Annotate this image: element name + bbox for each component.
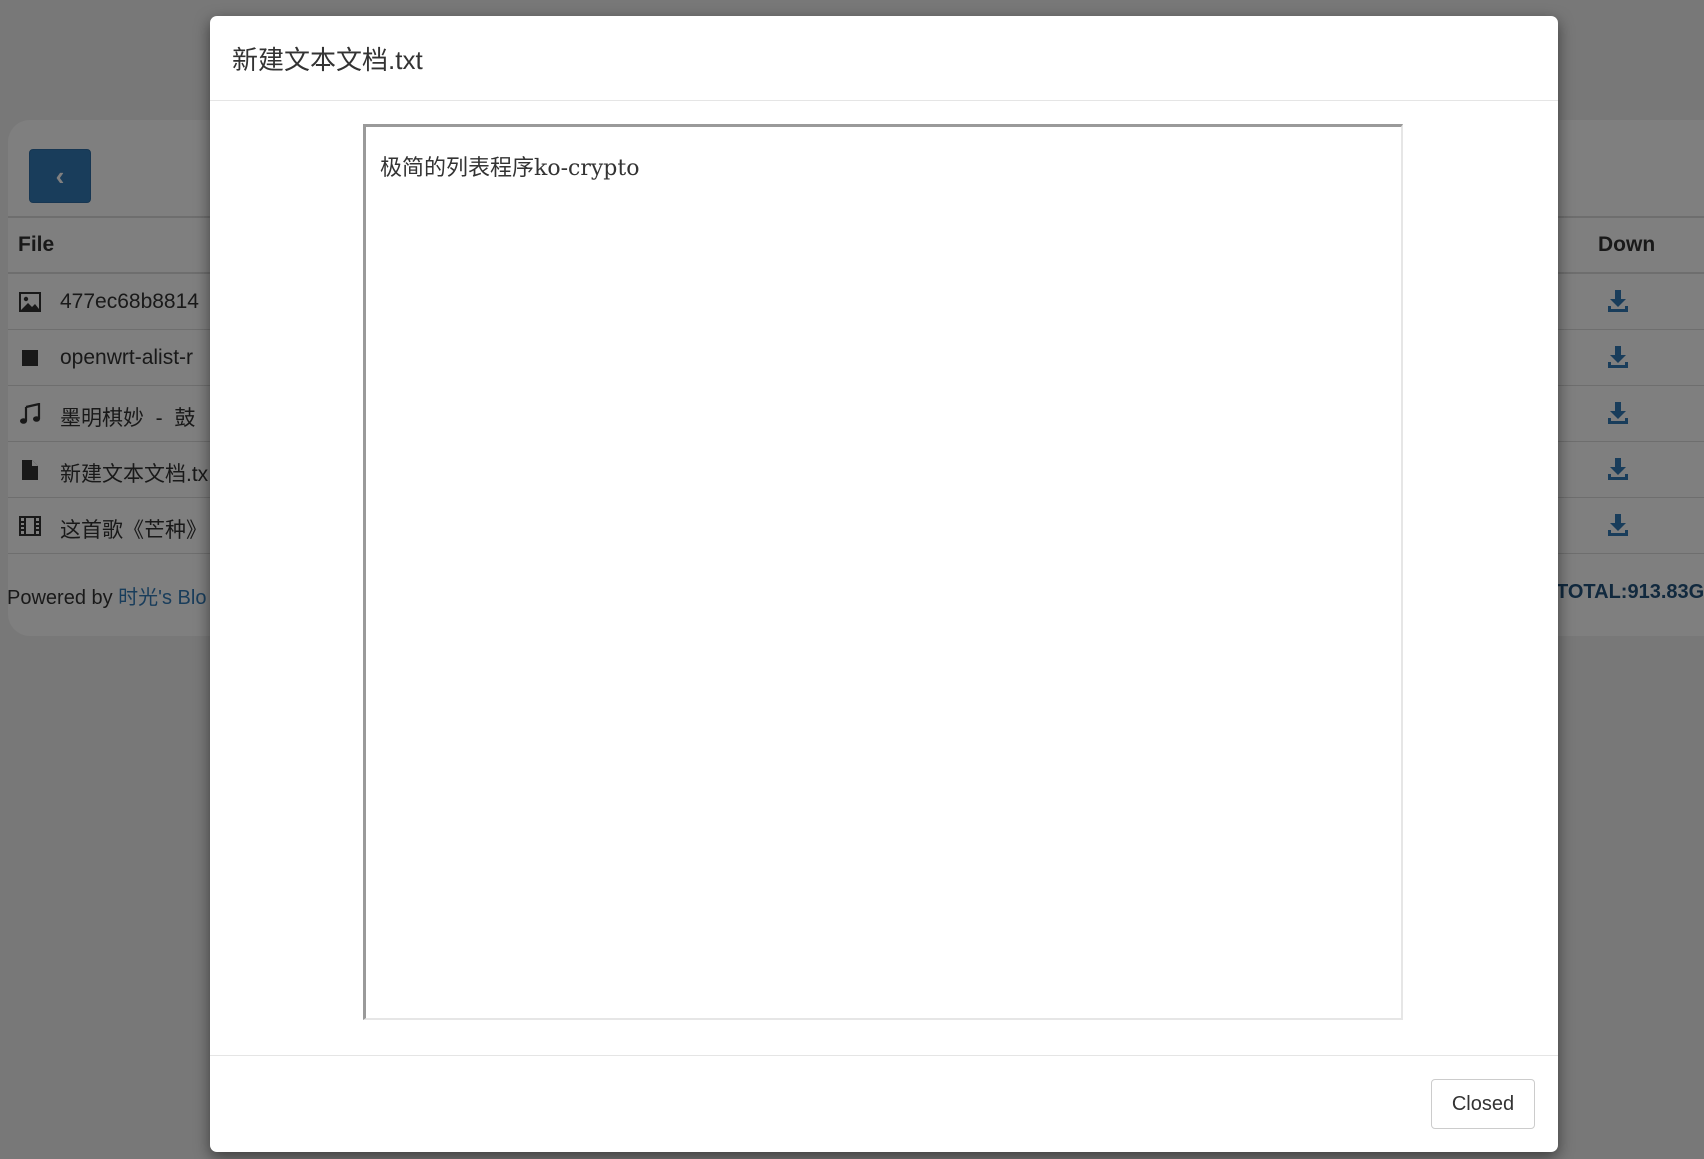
modal-header: 新建文本文档.txt [210, 16, 1558, 101]
text-preview-frame[interactable]: 极简的列表程序ko-crypto [363, 124, 1403, 1020]
modal-footer: Closed [210, 1055, 1558, 1153]
text-preview-content: 极简的列表程序ko-crypto [380, 156, 640, 181]
file-preview-modal: 新建文本文档.txt 极简的列表程序ko-crypto Closed [210, 16, 1558, 1152]
close-button[interactable]: Closed [1431, 1079, 1535, 1129]
modal-title: 新建文本文档.txt [232, 45, 423, 75]
